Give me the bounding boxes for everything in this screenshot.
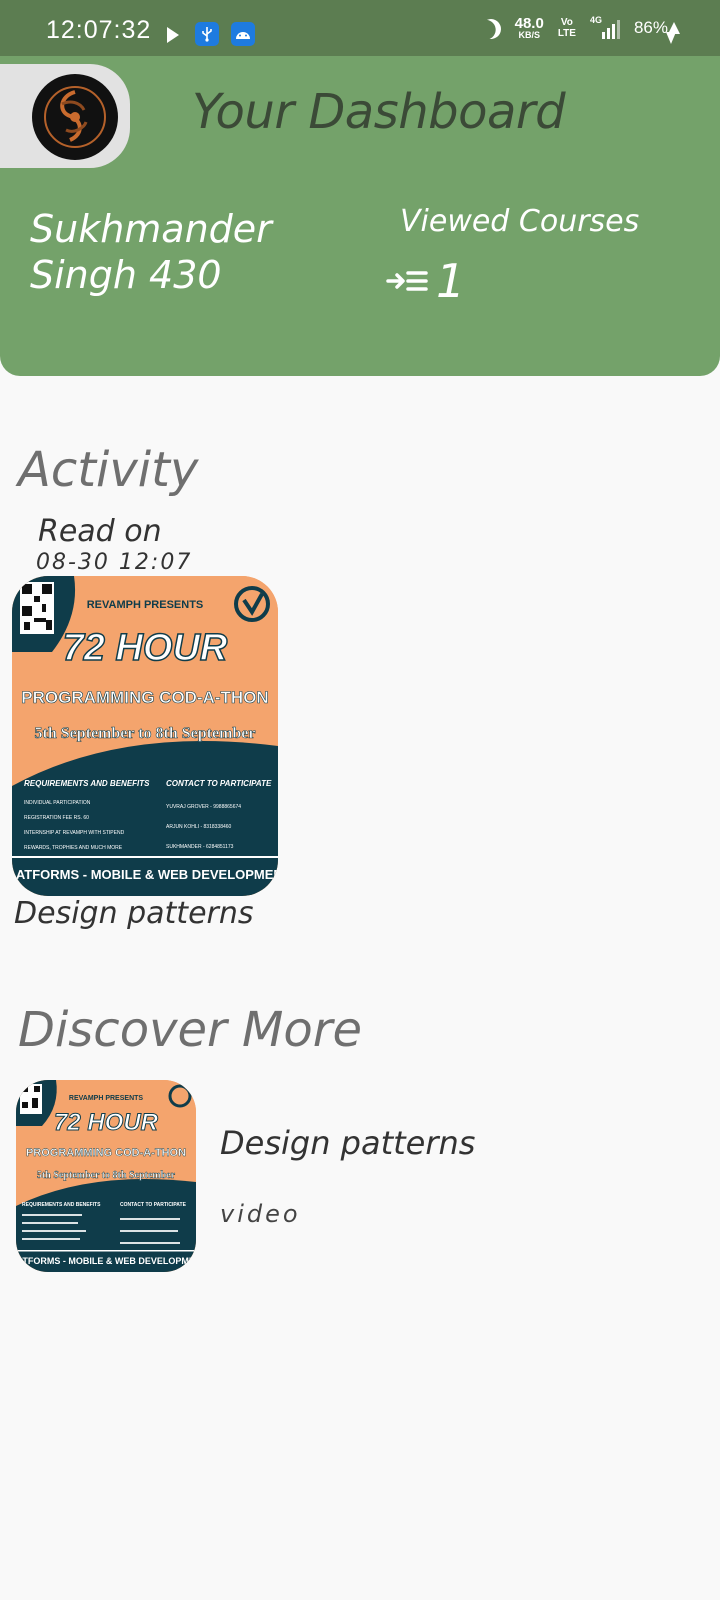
app-logo (32, 74, 118, 160)
status-bar: 12:07:32 48.0 KB/S Vo LTE 4G 86% (0, 0, 720, 56)
discover-course-type: video (220, 1200, 301, 1228)
dashboard-header: Your Dashboard Sukhmander Singh 430 View… (0, 56, 720, 376)
activity-title: Activity (18, 442, 199, 498)
logo-container[interactable] (0, 64, 130, 168)
do-not-disturb-icon (477, 15, 504, 42)
volte-top: Vo (560, 17, 573, 28)
poster-headline: 72 HOUR (63, 627, 228, 669)
network-speed: 48.0 KB/S (515, 16, 544, 40)
android-debug-icon (231, 22, 255, 46)
charging-icon-lower (666, 32, 676, 44)
read-timestamp: 08-30 12:07 (36, 550, 193, 575)
play-icon (167, 27, 179, 43)
status-time: 12:07:32 (46, 16, 152, 44)
activity-course-thumbnail[interactable]: REVAMPH PRESENTS 72 HOUR PROGRAMMING COD… (12, 576, 278, 896)
discover-course-thumbnail[interactable]: REVAMPH PRESENTS 72 HOUR PROGRAMMING COD… (16, 1080, 196, 1272)
network-type: 4G (589, 15, 602, 25)
discover-course-title[interactable]: Design patterns (220, 1124, 475, 1162)
battery-percent: 86% (633, 18, 668, 37)
poster-footer: PLATFORMS - MOBILE & WEB DEVELOPMENT (12, 867, 278, 882)
courses-list-icon (386, 271, 428, 291)
discover-poster-subtitle: PROGRAMMING COD-A-THON (26, 1147, 186, 1159)
poster-presenter: REVAMPH PRESENTS (87, 599, 204, 611)
poster-requirement-2: REGISTRATION FEE RS. 60 (24, 815, 89, 821)
discover-poster-contact-title: CONTACT TO PARTICIPATE (120, 1202, 187, 1208)
speed-unit: KB/S (518, 30, 540, 40)
poster-contact-2: ARJUN KOHLI - 8318338460 (166, 824, 232, 830)
viewed-courses-label: Viewed Courses (400, 204, 640, 239)
user-name: Sukhmander Singh 430 (30, 207, 272, 297)
poster-dates: 5th September to 8th September (34, 725, 255, 742)
volte-bottom: LTE (557, 28, 576, 39)
poster-contact-title: CONTACT TO PARTICIPATE (166, 779, 272, 788)
volte-icon: Vo LTE (558, 17, 576, 39)
activity-course-title[interactable]: Design patterns (14, 896, 254, 931)
poster-requirement-4: REWARDS, TROPHIES AND MUCH MORE (24, 845, 123, 851)
discover-poster-footer: PLATFORMS - MOBILE & WEB DEVELOPMENT (16, 1256, 196, 1266)
discover-poster-presenter: REVAMPH PRESENTS (69, 1095, 143, 1102)
discover-poster-headline: 72 HOUR (54, 1109, 159, 1136)
discover-more-title: Discover More (18, 1002, 363, 1058)
poster-requirements-title: REQUIREMENTS AND BENEFITS (24, 779, 150, 788)
read-on-label: Read on (38, 514, 162, 549)
discover-poster-dates: 5th September to 8th September (37, 1170, 176, 1181)
poster-contact-3: SUKHMANDER - 6284851173 (166, 844, 234, 850)
poster-requirement-1: INDIVIDUAL PARTICIPATION (24, 800, 91, 806)
poster-requirement-3: INTERNSHIP AT REVAMPH WITH STIPEND (24, 830, 125, 836)
speed-value: 48.0 (514, 15, 544, 32)
page-title: Your Dashboard (192, 84, 566, 140)
poster-contact-1: YUVRAJ GROVER - 9988865674 (166, 804, 241, 810)
usb-icon (195, 22, 219, 46)
viewed-courses-stat[interactable]: 1 (386, 254, 465, 308)
discover-poster-requirements-title: REQUIREMENTS AND BENEFITS (22, 1202, 101, 1208)
viewed-courses-count: 1 (436, 254, 466, 308)
poster-subtitle: PROGRAMMING COD-A-THON (21, 688, 268, 707)
signal-icon: 4G (589, 15, 620, 39)
